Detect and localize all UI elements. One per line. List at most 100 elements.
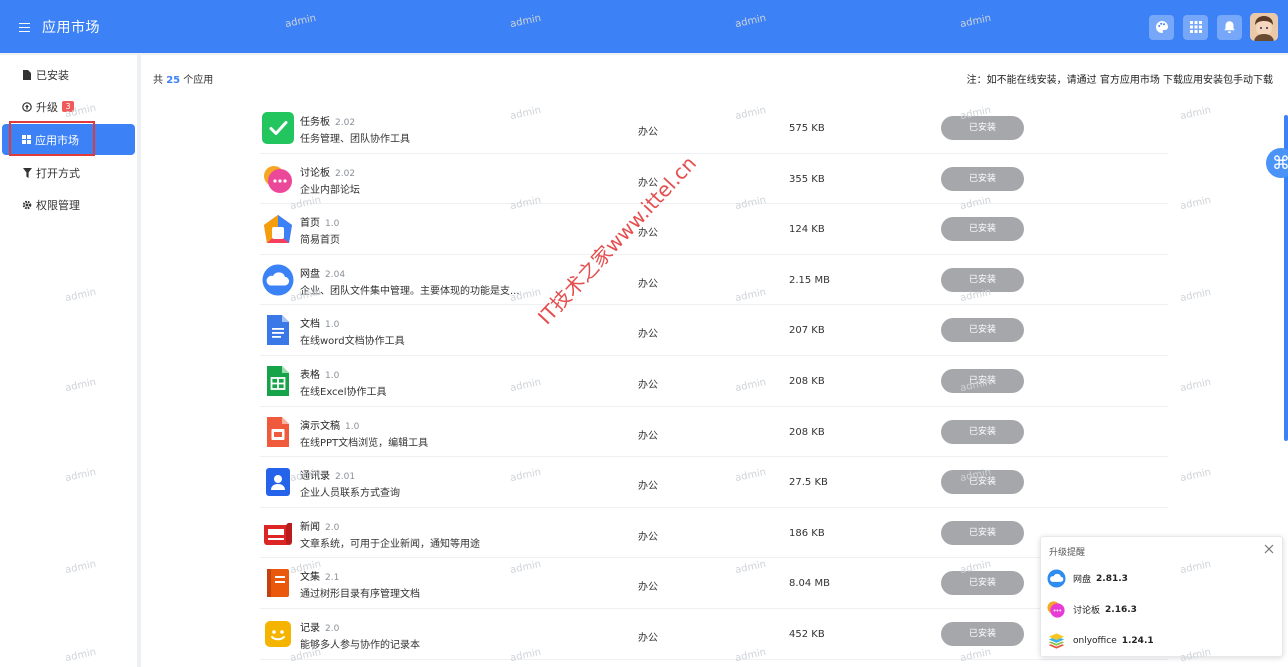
app-description: 在线Excel协作工具	[300, 387, 387, 398]
app-description: 在线PPT文档浏览，编辑工具	[300, 437, 429, 449]
app-row: 文集 2.1 通过树形目录有序管理文档 办公 8.04 MB 已安装	[260, 558, 1168, 609]
upgrade-reminder-popup: 升级提醒 网盘 2.81.3 讨论板 2.16.3 onlyoffice 1.2…	[1040, 536, 1283, 657]
app-row: 新闻 2.0 文章系统，可用于企业新闻，通知等用途 办公 186 KB 已安装	[260, 508, 1168, 559]
app-size: 355 KB	[789, 173, 825, 185]
menu-icon[interactable]	[19, 22, 33, 33]
app-name: 文集 2.1	[300, 572, 340, 584]
sidebar-item-open-with[interactable]: 打开方式	[0, 157, 137, 188]
page-title: 应用市场	[42, 19, 100, 36]
file-icon	[22, 69, 32, 80]
app-description: 通过树形目录有序管理文档	[300, 589, 420, 601]
app-version: 1.0	[345, 421, 360, 432]
installed-button[interactable]: 已安装	[941, 369, 1024, 393]
app-name: 讨论板 2.02	[300, 167, 356, 179]
app-category: 办公	[638, 582, 658, 594]
app-row: 讨论板 2.02 企业内部论坛 办公 355 KB 已安装	[260, 154, 1168, 205]
popup-item[interactable]: 网盘 2.81.3	[1047, 563, 1277, 594]
app-name: 记录 2.0	[300, 623, 340, 634]
grid-icon[interactable]	[1183, 14, 1208, 40]
installed-button[interactable]: 已安装	[941, 571, 1024, 596]
close-icon[interactable]	[1263, 543, 1275, 555]
app-version: 1.0	[325, 320, 340, 331]
app-version: 2.02	[335, 168, 356, 179]
popup-item[interactable]: onlyoffice 1.24.1	[1047, 625, 1277, 656]
installed-button[interactable]: 已安装	[941, 166, 1024, 191]
sidebar: 已安装 升级 3 应用市场 打开方式 权限管理	[0, 55, 137, 667]
installed-button[interactable]: 已安装	[941, 520, 1024, 545]
installed-button[interactable]: 已安装	[941, 419, 1024, 444]
installed-button[interactable]: 已安装	[941, 622, 1024, 646]
sidebar-item-label: 已安装	[36, 68, 69, 82]
bell-icon[interactable]	[1217, 14, 1242, 40]
palette-icon[interactable]	[1149, 14, 1174, 40]
sidebar-item-app-market[interactable]: 应用市场	[2, 121, 135, 156]
filter-icon	[22, 167, 32, 178]
app-name: 首页 1.0	[300, 218, 340, 230]
popup-title: 升级提醒	[1049, 548, 1086, 558]
app-size: 124 KB	[789, 224, 825, 236]
app-size: 207 KB	[789, 325, 825, 337]
popup-item[interactable]: 讨论板 2.16.3	[1047, 594, 1277, 625]
app-size: 208 KB	[789, 376, 825, 387]
app-description: 任务管理、团队协作工具	[300, 134, 410, 145]
app-version: 2.01	[335, 472, 356, 483]
installed-button[interactable]: 已安装	[941, 217, 1024, 242]
app-row: 任务板 2.02 任务管理、团队协作工具 办公 575 KB 已安装	[260, 103, 1168, 154]
doc-icon	[267, 315, 289, 346]
sidebar-item-installed[interactable]: 已安装	[0, 59, 137, 90]
app-row: 表格 1.0 在线Excel协作工具 办公 208 KB 已安装	[260, 356, 1168, 407]
avatar[interactable]	[1250, 13, 1278, 41]
app-size: 186 KB	[789, 527, 825, 539]
sidebar-item-label: 打开方式	[36, 166, 80, 180]
slides-icon	[267, 416, 289, 447]
sidebar-item-label: 升级	[36, 100, 58, 114]
sidebar-item-label: 权限管理	[36, 198, 80, 212]
app-size: 575 KB	[789, 123, 825, 134]
task-board-icon	[262, 112, 294, 144]
app-row: 首页 1.0 简易首页 办公 124 KB 已安装	[260, 204, 1168, 255]
app-row: 网盘 2.04 企业、团队文件集中管理。主要体现的功能是支... 办公 2.15 MB 已…	[260, 255, 1168, 306]
top-actions	[1149, 13, 1278, 41]
app-name: 新闻 2.0	[300, 521, 340, 533]
app-size: 452 KB	[789, 629, 825, 640]
app-size: 8.04 MB	[789, 578, 830, 590]
home-icon	[264, 215, 292, 244]
cloud-drive-icon	[1047, 569, 1066, 588]
app-description: 在线word文档协作工具	[300, 336, 405, 348]
installed-button[interactable]: 已安装	[941, 267, 1024, 292]
notes-icon	[265, 621, 291, 647]
app-version: 2.02	[335, 118, 356, 128]
contacts-icon	[266, 468, 290, 497]
sidebar-item-permissions[interactable]: 权限管理	[0, 189, 137, 220]
app-description: 文章系统，可用于企业新闻，通知等用途	[300, 538, 480, 550]
app-category: 办公	[638, 329, 658, 341]
app-category: 办公	[638, 127, 658, 138]
app-size: 27.5 KB	[789, 477, 828, 489]
grid-icon	[21, 135, 31, 145]
app-category: 办公	[638, 380, 658, 391]
installed-button[interactable]: 已安装	[941, 470, 1024, 495]
app-name: 文档 1.0	[300, 319, 340, 331]
app-name: 通讯录 2.01	[300, 471, 356, 483]
app-description: 企业内部论坛	[300, 184, 360, 196]
discussion-icon	[1047, 601, 1065, 618]
sidebar-item-label: 应用市场	[35, 133, 79, 147]
app-name: 表格 1.0	[300, 370, 340, 381]
app-row: 演示文稿 1.0 在线PPT文档浏览，编辑工具 办公 208 KB 已安装	[260, 407, 1168, 458]
app-row: 记录 2.0 能够多人参与协作的记录本 办公 452 KB 已安装	[260, 609, 1168, 660]
command-float-button[interactable]: ⌘	[1266, 148, 1288, 178]
sidebar-item-upgrade[interactable]: 升级 3	[0, 91, 137, 122]
app-size: 208 KB	[789, 426, 825, 438]
upgrade-count-badge: 3	[62, 101, 74, 112]
installed-button[interactable]: 已安装	[941, 116, 1024, 140]
app-version: 2.04	[325, 269, 346, 280]
installed-button[interactable]: 已安装	[941, 318, 1024, 343]
app-row: 通讯录 2.01 企业人员联系方式查询 办公 27.5 KB 已安装	[260, 457, 1168, 508]
app-name: 演示文稿 1.0	[300, 420, 360, 432]
app-category: 办公	[638, 278, 658, 290]
app-version: 2.1	[325, 573, 340, 584]
install-note: 注：如不能在线安装，请通过 官方应用市场 下载应用安装包手动下载	[966, 75, 1273, 86]
onlyoffice-icon	[1048, 633, 1065, 649]
gear-icon	[22, 200, 32, 210]
top-bar: 应用市场	[0, 0, 1288, 53]
